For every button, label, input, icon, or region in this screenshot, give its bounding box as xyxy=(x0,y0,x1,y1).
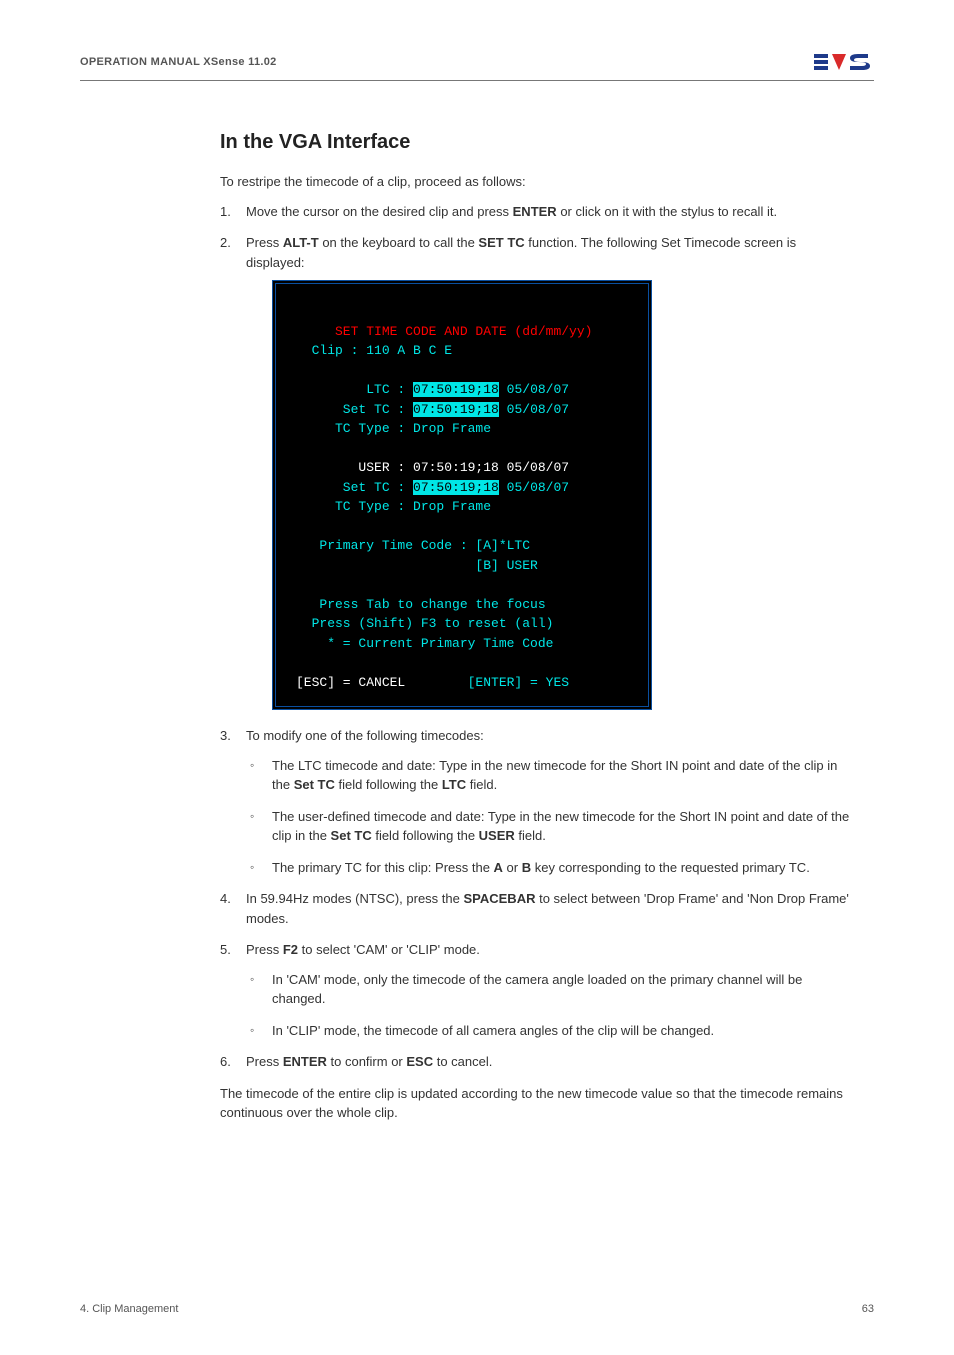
terminal-screenshot: SET TIME CODE AND DATE (dd/mm/yy) Clip :… xyxy=(272,280,854,710)
closing-text: The timecode of the entire clip is updat… xyxy=(220,1084,854,1123)
step-3-item-primary: The primary TC for this clip: Press the … xyxy=(246,858,854,878)
step-5: Press F2 to select 'CAM' or 'CLIP' mode.… xyxy=(220,940,854,1040)
intro-text: To restripe the timecode of a clip, proc… xyxy=(220,172,854,192)
step-5-sublist: In 'CAM' mode, only the timecode of the … xyxy=(246,970,854,1041)
step-5-item-cam: In 'CAM' mode, only the timecode of the … xyxy=(246,970,854,1009)
step-3: To modify one of the following timecodes… xyxy=(220,726,854,877)
footer-left: 4. Clip Management xyxy=(80,1303,178,1315)
step-4: In 59.94Hz modes (NTSC), press the SPACE… xyxy=(220,889,854,928)
section-heading: In the VGA Interface xyxy=(220,131,854,154)
step-3-item-user: The user-defined timecode and date: Type… xyxy=(246,807,854,846)
step-3-sublist: The LTC timecode and date: Type in the n… xyxy=(246,756,854,878)
steps-list: Move the cursor on the desired clip and … xyxy=(220,202,854,1072)
step-5-item-clip: In 'CLIP' mode, the timecode of all came… xyxy=(246,1021,854,1041)
evs-logo xyxy=(814,50,874,74)
step-6: Press ENTER to confirm or ESC to cancel. xyxy=(220,1052,854,1072)
step-1: Move the cursor on the desired clip and … xyxy=(220,202,854,222)
step-2: Press ALT-T on the keyboard to call the … xyxy=(220,233,854,710)
page-header: OPERATION MANUAL XSense 11.02 xyxy=(80,50,874,81)
header-title: OPERATION MANUAL XSense 11.02 xyxy=(80,56,277,68)
footer-page-number: 63 xyxy=(862,1303,874,1315)
page-footer: 4. Clip Management 63 xyxy=(80,1303,874,1315)
step-3-item-ltc: The LTC timecode and date: Type in the n… xyxy=(246,756,854,795)
